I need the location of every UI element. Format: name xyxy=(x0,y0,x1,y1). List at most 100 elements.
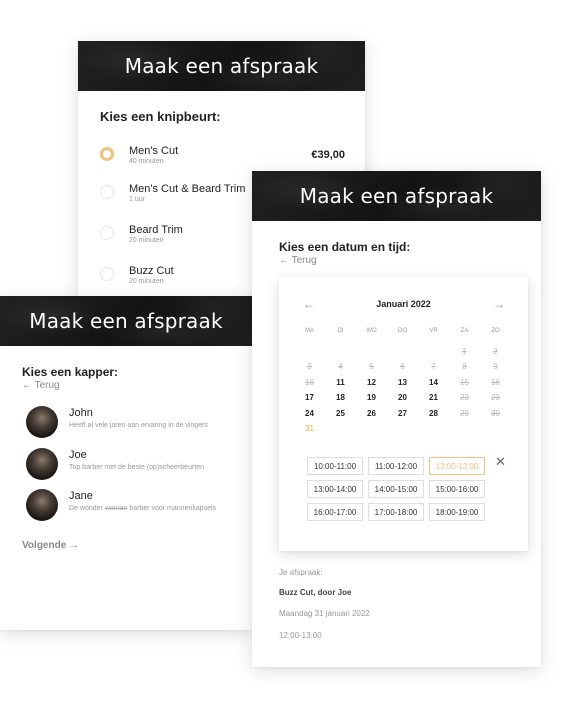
calendar-day[interactable]: 11 xyxy=(325,378,356,387)
time-slot-button[interactable]: 17:00-18:00 xyxy=(368,503,424,521)
calendar-day: 3 xyxy=(307,362,312,372)
radio-button[interactable] xyxy=(100,185,114,199)
barber-name: Jane xyxy=(69,490,93,502)
section-title: Kies een knipbeurt: xyxy=(100,109,221,124)
calendar-day: 6 xyxy=(400,362,405,372)
calendar-week: 24 25 26 27 28 29 30 xyxy=(294,406,513,422)
calendar-day: 8 xyxy=(462,362,467,372)
calendar-day[interactable]: 24 xyxy=(294,409,325,418)
barber-name: John xyxy=(69,407,93,419)
time-slot-button[interactable]: 15:00-16:00 xyxy=(429,480,485,498)
time-slots: 10:00-11:00 11:00-12:00 12:00-13:00 13:00-1… xyxy=(307,457,491,526)
service-duration: 1 uur xyxy=(129,196,145,203)
radio-button[interactable] xyxy=(100,267,114,281)
calendar-day[interactable]: 18 xyxy=(325,393,356,402)
calendar-week: 12 xyxy=(294,344,513,360)
time-slot-button[interactable]: 18:00-19:00 xyxy=(429,503,485,521)
card-header: Maak een afspraak xyxy=(252,171,541,221)
barber-option-joe[interactable]: Joe Top barber met de beste (op)scheerbe… xyxy=(26,448,246,482)
time-slot-button[interactable]: 12:00-13:00 xyxy=(429,457,485,475)
calendar-day[interactable]: 25 xyxy=(325,409,356,418)
summary-label: Je afspraak: xyxy=(279,568,323,577)
time-slot-row: 10:00-11:00 11:00-12:00 12:00-13:00 xyxy=(307,457,491,475)
service-duration: 20 minuten xyxy=(129,237,164,244)
time-slot-button[interactable]: 13:00-14:00 xyxy=(307,480,363,498)
desc-text: barber voor mannenkapsels xyxy=(127,505,217,512)
calendar-week: 17 18 19 20 21 22 23 xyxy=(294,390,513,406)
service-name: Buzz Cut xyxy=(129,265,174,277)
weekday-label: VR xyxy=(429,327,438,334)
barber-option-jane[interactable]: Jane De wonder woman barber voor mannenk… xyxy=(26,489,246,523)
summary-service: Buzz Cut, door Joe xyxy=(279,588,352,597)
section-title: Kies een datum en tijd: xyxy=(279,240,411,254)
radio-button[interactable] xyxy=(100,147,114,161)
calendar-month: Januari 2022 xyxy=(376,299,431,309)
weekday-header: MA DI WO DO VR ZA ZO xyxy=(294,323,513,339)
calendar-day[interactable]: 20 xyxy=(387,393,418,402)
calendar-day: 15 xyxy=(460,377,469,387)
calendar-day[interactable]: 13 xyxy=(387,378,418,387)
calendar-grid: MA DI WO DO VR ZA ZO 1 2 3 4 5 6 7 8 9 10 11 12 13 14 15 16 17 1… xyxy=(294,323,513,437)
weekday-label: ZA xyxy=(460,327,469,334)
calendar-day: 2 xyxy=(493,346,498,356)
avatar xyxy=(26,448,58,480)
radio-button[interactable] xyxy=(100,226,114,240)
time-slot-button[interactable]: 14:00-15:00 xyxy=(368,480,424,498)
back-link[interactable]: ← Terug xyxy=(22,380,60,391)
avatar xyxy=(26,406,58,438)
calendar-day[interactable]: 12 xyxy=(356,378,387,387)
calendar-day[interactable]: 26 xyxy=(356,409,387,418)
calendar-week: 10 11 12 13 14 15 16 xyxy=(294,375,513,391)
barber-card: Maak een afspraak Kies een kapper: ← Ter… xyxy=(0,296,252,630)
calendar-week: 31 xyxy=(294,421,513,437)
service-duration: 40 minuten xyxy=(129,158,164,165)
card-header-title: Maak een afspraak xyxy=(29,309,223,333)
calendar-day: 5 xyxy=(369,362,374,372)
card-header-title: Maak een afspraak xyxy=(299,184,494,208)
service-price: €39,00 xyxy=(311,149,345,161)
service-duration: 20 minuten xyxy=(129,278,164,285)
calendar-day: 30 xyxy=(491,408,500,418)
time-slot-button[interactable]: 16:00-17:00 xyxy=(307,503,363,521)
weekday-label: WO xyxy=(366,327,377,334)
time-slot-row: 16:00-17:00 17:00-18:00 18:00-19:00 xyxy=(307,503,491,521)
next-link[interactable]: Volgende → xyxy=(22,540,79,551)
calendar-day: 1 xyxy=(462,346,467,356)
calendar-day[interactable]: 27 xyxy=(387,409,418,418)
calendar-day: 7 xyxy=(431,362,436,372)
calendar-day: 9 xyxy=(493,362,498,372)
weekday-label: DO xyxy=(398,327,407,334)
calendar-day[interactable]: 28 xyxy=(418,409,449,418)
calendar-day[interactable]: 19 xyxy=(356,393,387,402)
weekday-label: MA xyxy=(305,327,314,334)
avatar xyxy=(26,489,58,521)
barber-option-john[interactable]: John Heeft al vele jaren aan ervaring in… xyxy=(26,406,246,440)
calendar-day: 29 xyxy=(460,408,469,418)
weekday-label: DI xyxy=(337,327,344,334)
service-name: Men's Cut xyxy=(129,145,179,157)
close-icon[interactable]: ✕ xyxy=(495,454,506,470)
time-slot-row: 13:00-14:00 14:00-15:00 15:00-16:00 xyxy=(307,480,491,498)
calendar-day: 22 xyxy=(460,393,469,403)
calendar: ← Januari 2022 → MA DI WO DO VR ZA ZO 1 2 3 4 5 6 7 8 9… xyxy=(279,277,528,551)
calendar-day[interactable]: 21 xyxy=(418,393,449,402)
service-name: Beard Trim xyxy=(129,224,183,236)
calendar-day[interactable]: 17 xyxy=(294,393,325,402)
card-header: Maak een afspraak xyxy=(78,41,365,91)
summary-date: Maandag 31 januari 2022 xyxy=(279,609,370,618)
desc-struck-text: woman xyxy=(104,505,128,512)
barber-description: De wonder woman barber voor mannenkapsel… xyxy=(69,505,216,512)
time-slot-button[interactable]: 11:00-12:00 xyxy=(368,457,424,475)
calendar-week: 3 4 5 6 7 8 9 xyxy=(294,359,513,375)
calendar-day[interactable]: 31 xyxy=(294,424,325,433)
calendar-day[interactable]: 14 xyxy=(418,378,449,387)
back-link[interactable]: ← Terug xyxy=(279,255,317,266)
calendar-day: 23 xyxy=(491,393,500,403)
barber-description: Heeft al vele jaren aan ervaring in de v… xyxy=(69,422,208,429)
section-title: Kies een kapper: xyxy=(22,365,119,379)
card-header-title: Maak een afspraak xyxy=(124,54,319,78)
next-month-icon[interactable]: → xyxy=(493,297,505,311)
time-slot-button[interactable]: 10:00-11:00 xyxy=(307,457,363,475)
barber-description: Top barber met de beste (op)scheerbeurte… xyxy=(69,464,205,471)
service-name: Men's Cut & Beard Trim xyxy=(129,183,246,195)
